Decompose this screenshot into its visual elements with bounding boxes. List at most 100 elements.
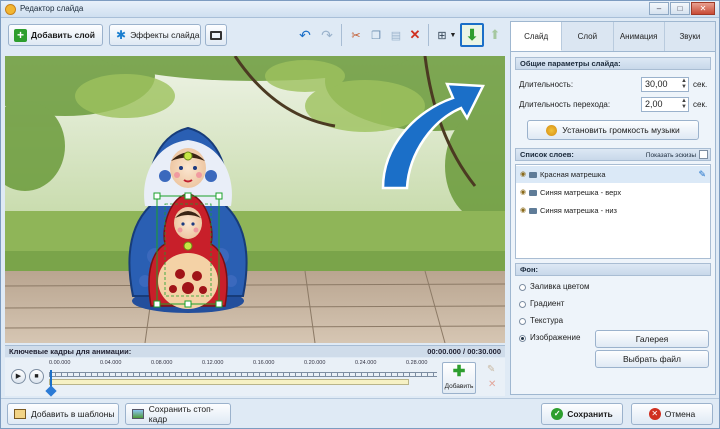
slide-canvas[interactable] (5, 56, 505, 343)
toolbar: + Добавить слой ✱ Эффекты слайда ↶ ↷ ✂ ❐… (5, 21, 505, 51)
paste-icon[interactable]: ▤ (386, 25, 406, 45)
bg-gradient-radio[interactable] (519, 301, 526, 308)
duration-field[interactable]: 30,00 ▲ ▼ (641, 77, 689, 92)
add-to-templates-label: Добавить в шаблоны (31, 409, 115, 419)
tab-layer[interactable]: Слой (562, 22, 614, 51)
tab-animation[interactable]: Анимация (614, 22, 665, 51)
timeline-tick-label: 0.00.000 (49, 360, 71, 366)
cancel-label: Отмена (664, 409, 696, 419)
close-button[interactable]: ✕ (691, 2, 715, 15)
duration-unit: сек. (693, 80, 708, 89)
bg-fill-radio[interactable] (519, 284, 526, 291)
thumbs-icon[interactable] (699, 150, 708, 159)
layer-name: Синяя матрешка - верх (540, 188, 622, 197)
folder-icon (529, 190, 537, 196)
checkmark-icon: ✓ (551, 408, 564, 420)
plus-icon: + (14, 28, 27, 42)
layers-list: ◉ Красная матрешка ✎ ◉ Синяя матрешка - … (515, 164, 711, 259)
background-header: Фон: (515, 263, 711, 276)
transition-field[interactable]: 2,00 ▲ ▼ (641, 97, 689, 112)
timeline-tick-label: 0.24.000 (355, 360, 377, 366)
pencil-icon[interactable]: ✎ (698, 166, 706, 183)
bottom-bar: Добавить в шаблоны Сохранить стоп-кадр ✓… (1, 398, 719, 428)
save-label: Сохранить (567, 409, 613, 419)
music-volume-button[interactable]: Установить громкость музыки (527, 120, 699, 140)
layer-name: Красная матрешка (540, 170, 606, 179)
general-params-header: Общие параметры слайда: (515, 57, 711, 70)
redo-icon[interactable]: ↷ (317, 25, 337, 45)
layer-name: Синяя матрешка - низ (540, 206, 617, 215)
timeline-tick-label: 0.16.000 (253, 360, 275, 366)
eye-icon[interactable]: ◉ (520, 202, 526, 219)
tab-sounds[interactable]: Звуки (665, 22, 715, 51)
add-layer-label: Добавить слой (31, 30, 95, 40)
timeline-tick-label: 0.08.000 (151, 360, 173, 366)
tab-slide[interactable]: Слайд (511, 22, 563, 51)
timeline-tick-label: 0.04.000 (100, 360, 122, 366)
spin-arrows-icon[interactable]: ▲ ▼ (681, 78, 687, 90)
add-to-templates-button[interactable]: Добавить в шаблоны (7, 403, 119, 425)
slide-effects-button[interactable]: ✱ Эффекты слайда (109, 24, 201, 46)
image-icon (132, 409, 144, 419)
screen-button[interactable] (205, 24, 227, 46)
save-stopframe-label: Сохранить стоп-кадр (148, 404, 214, 424)
save-button[interactable]: ✓ Сохранить (541, 403, 623, 425)
timeline-ruler[interactable]: 0.00.000 0.04.000 0.08.000 0.12.000 0.16.000… (45, 360, 437, 397)
spin-arrows-icon[interactable]: ▲ ▼ (681, 98, 687, 110)
delete-icon[interactable]: ✕ (405, 25, 425, 45)
duration-label: Длительность: (519, 80, 574, 89)
bg-image-radio[interactable] (519, 335, 526, 342)
layer-item[interactable]: ◉ Синяя матрешка - низ (516, 202, 710, 219)
maximize-button[interactable]: □ (670, 2, 690, 15)
cut-icon[interactable]: ✂ (346, 25, 366, 45)
music-volume-label: Установить громкость музыки (562, 125, 680, 135)
title-bar: Редактор слайда – □ ✕ (1, 1, 719, 18)
plus-icon: ✚ (452, 363, 466, 380)
edit-keyframe-icon[interactable]: ✎ (487, 364, 495, 375)
bg-option-label: Градиент (530, 299, 565, 308)
add-layer-button[interactable]: + Добавить слой (8, 24, 103, 46)
bg-option-label: Заливка цветом (530, 282, 590, 291)
bg-texture-radio[interactable] (519, 318, 526, 325)
add-keyframe-button[interactable]: ✚ Добавить (442, 362, 476, 394)
add-keyframe-label: Добавить (444, 383, 474, 390)
layer-item[interactable]: ◉ Синяя матрешка - верх (516, 184, 710, 201)
keyframes-header: Ключевые кадры для анимации: 00:00.000 /… (5, 345, 505, 357)
folder-icon (529, 208, 537, 214)
duration-value: 30,00 (645, 79, 668, 89)
minimize-button[interactable]: – (649, 2, 669, 15)
transition-value: 2,00 (645, 99, 663, 109)
window-title: Редактор слайда (20, 4, 84, 13)
effects-icon: ✱ (116, 28, 127, 42)
eye-icon[interactable]: ◉ (520, 184, 526, 201)
cancel-button[interactable]: ✕ Отмена (631, 403, 713, 425)
keyframes-label: Ключевые кадры для анимации: (9, 347, 132, 356)
undo-icon[interactable]: ↶ (295, 25, 315, 45)
gallery-button[interactable]: Галерея (595, 330, 709, 348)
timeline-track[interactable] (49, 379, 409, 385)
eye-icon[interactable]: ◉ (520, 166, 526, 183)
move-up-icon[interactable]: ⬆ (485, 25, 505, 45)
timeline-tick-label: 0.28.000 (406, 360, 428, 366)
chevron-down-icon[interactable]: ▼ (448, 25, 458, 45)
play-button[interactable]: ▶ (11, 369, 26, 384)
stop-button[interactable]: ■ (29, 369, 44, 384)
show-thumbs-link[interactable]: Показать эскизы (646, 150, 696, 161)
bg-option-label: Текстура (530, 316, 564, 325)
play-icon: ▶ (15, 373, 22, 380)
copy-icon[interactable]: ❐ (366, 25, 386, 45)
timeline-tick-label: 0.20.000 (304, 360, 326, 366)
transition-unit: сек. (693, 100, 708, 109)
folder-icon (529, 172, 537, 178)
cancel-icon: ✕ (648, 408, 661, 420)
slide-preview-image (5, 56, 505, 343)
move-down-icon[interactable]: ⬇ (460, 23, 484, 47)
delete-keyframe-icon[interactable]: ✕ (488, 379, 496, 390)
layers-header: Список слоев: Показать эскизы (515, 148, 711, 161)
save-stopframe-button[interactable]: Сохранить стоп-кадр (125, 403, 231, 425)
timeline-tick-label: 0.12.000 (202, 360, 224, 366)
bg-option-label: Изображение (530, 333, 581, 342)
choose-file-button[interactable]: Выбрать файл (595, 350, 709, 368)
layer-item[interactable]: ◉ Красная матрешка ✎ (516, 166, 710, 183)
properties-panel: Слайд Слой Анимация Звуки Общие параметр… (510, 21, 716, 395)
